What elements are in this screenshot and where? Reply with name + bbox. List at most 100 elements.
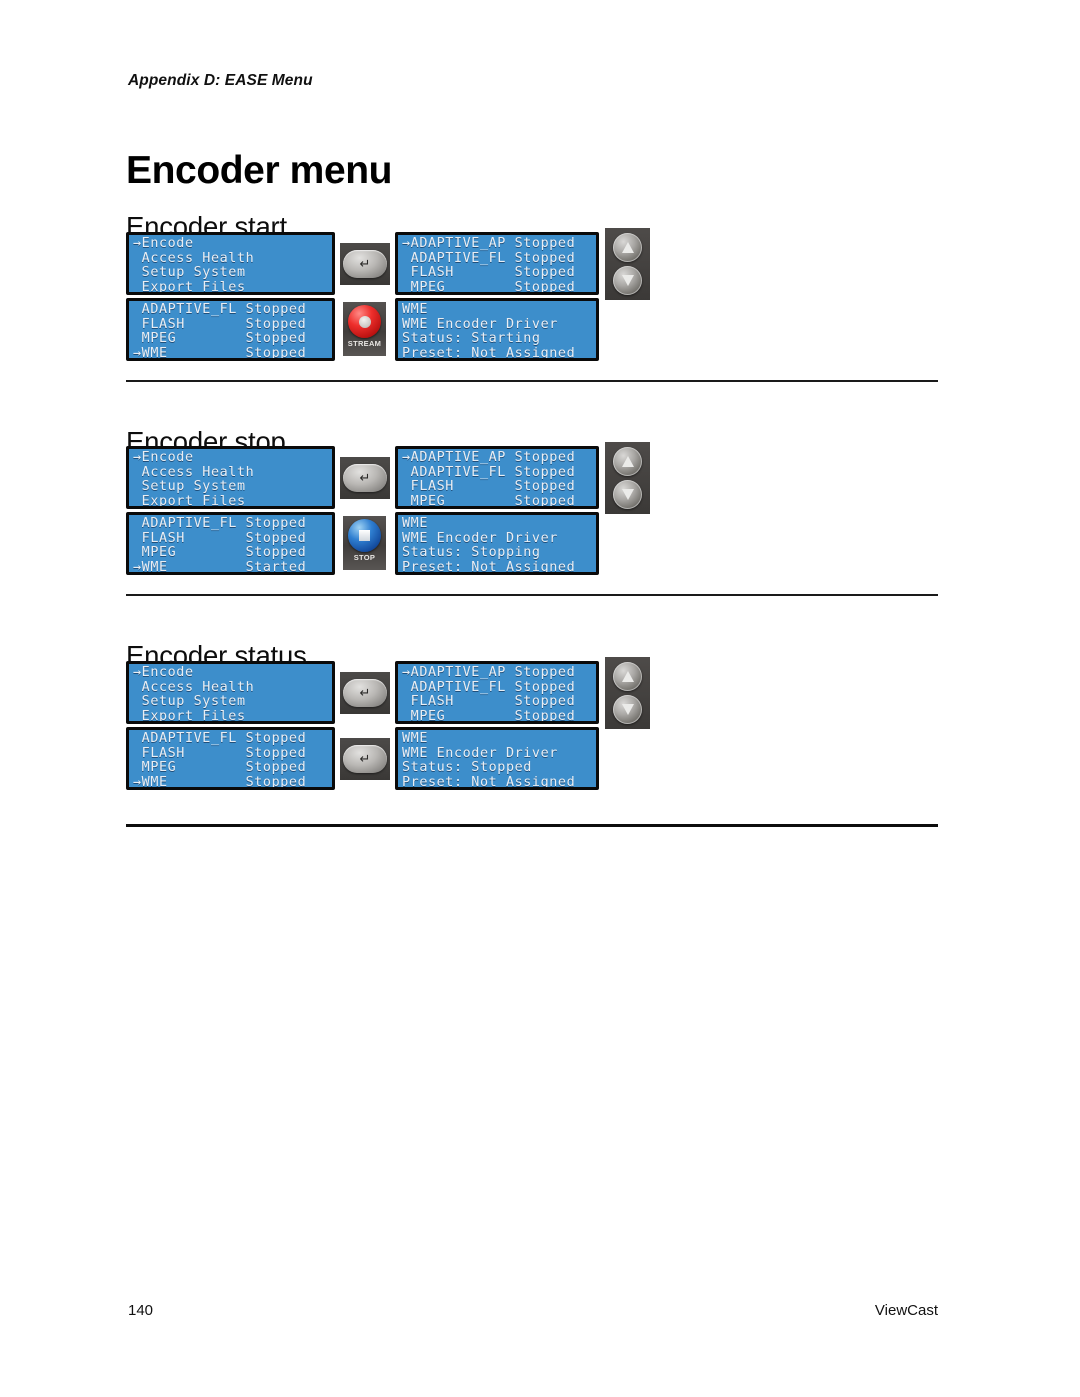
footer-brand: ViewCast (874, 1302, 938, 1319)
footer-page-number: 140 (128, 1302, 154, 1319)
lcd-line: FLASH Stopped (402, 694, 576, 710)
up-triangle-glyph (621, 671, 634, 682)
lcd-line: ADAPTIVE_FL Stopped (133, 516, 307, 531)
lcd-line: WME Encoder Driver (402, 316, 558, 332)
main-menu-panel: →Encode Access Health Setup System Expor… (126, 661, 335, 724)
lcd-line: FLASH Stopped (402, 265, 576, 281)
up-arrow-icon[interactable] (613, 662, 642, 691)
main-menu-panel: →Encode Access Health Setup System Expor… (126, 446, 335, 509)
stream-button-label: STREAM (347, 339, 382, 348)
up-triangle-glyph (621, 242, 634, 253)
lcd-line: →ADAPTIVE_AP Stopped (402, 665, 576, 680)
lcd-line: →Encode (133, 665, 194, 680)
lcd-line: WME Encoder Driver (402, 530, 558, 546)
encoder-list-scrolled-panel: ADAPTIVE_FL Stopped FLASH Stopped MPEG S… (126, 727, 335, 790)
lcd-line: Preset: Not Assigned (402, 774, 576, 790)
lcd-line: WME Encoder Driver (402, 745, 558, 761)
stop-button-label: STOP (353, 553, 376, 562)
wme-status-panel: WME WME Encoder Driver Status: Starting Pre… (395, 298, 599, 361)
document-page: Appendix D: EASE Menu Encoder menu Encod… (0, 0, 1080, 1397)
encoder-list-panel: →ADAPTIVE_AP Stopped ADAPTIVE_FL Stopped… (395, 232, 599, 295)
lcd-line: →WME Stopped (133, 774, 307, 790)
lcd-line: ADAPTIVE_FL Stopped (402, 679, 576, 695)
record-circle-icon (348, 305, 381, 338)
up-down-arrow-buttons[interactable] (605, 228, 650, 300)
lcd-line: Export Files (133, 279, 246, 295)
down-arrow-icon[interactable] (613, 695, 642, 724)
enter-arrow-icon: ↵ (359, 470, 371, 486)
lcd-line: ADAPTIVE_FL Stopped (133, 302, 307, 317)
lcd-line: →WME Started (133, 559, 307, 575)
section-divider (126, 594, 938, 596)
lcd-line: Access Health (133, 250, 255, 266)
record-hole-glyph (358, 315, 371, 328)
lcd-line: Access Health (133, 464, 255, 480)
lcd-line: WME (402, 731, 428, 746)
lcd-line: MPEG Stopped (402, 708, 576, 724)
wme-status-panel: WME WME Encoder Driver Status: Stopping Pre… (395, 512, 599, 575)
lcd-line: Status: Stopping (402, 545, 541, 561)
lcd-line: Export Files (133, 493, 246, 509)
up-down-arrow-buttons[interactable] (605, 442, 650, 514)
enter-button-cap: ↵ (343, 464, 387, 492)
stop-square-icon (348, 519, 381, 552)
enter-arrow-icon: ↵ (359, 751, 371, 767)
running-head: Appendix D: EASE Menu (128, 72, 313, 89)
lcd-line: MPEG Stopped (133, 331, 307, 347)
lcd-line: ADAPTIVE_FL Stopped (402, 464, 576, 480)
lcd-line: ADAPTIVE_FL Stopped (402, 250, 576, 266)
lcd-line: Access Health (133, 679, 255, 695)
lcd-line: →ADAPTIVE_AP Stopped (402, 450, 576, 465)
lcd-line: →WME Stopped (133, 345, 307, 361)
enter-button[interactable]: ↵ (340, 243, 390, 285)
up-triangle-glyph (621, 456, 634, 467)
stream-button[interactable]: STREAM (343, 302, 386, 356)
lcd-line: MPEG Stopped (402, 279, 576, 295)
enter-arrow-icon: ↵ (359, 256, 371, 272)
enter-button-cap: ↵ (343, 745, 387, 773)
encoder-list-scrolled-panel: ADAPTIVE_FL Stopped FLASH Stopped MPEG S… (126, 512, 335, 575)
down-arrow-icon[interactable] (613, 480, 642, 509)
enter-button[interactable]: ↵ (340, 738, 390, 780)
stop-button[interactable]: STOP (343, 516, 386, 570)
enter-button-cap: ↵ (343, 679, 387, 707)
up-arrow-icon[interactable] (613, 233, 642, 262)
down-triangle-glyph (621, 275, 634, 286)
lcd-line: MPEG Stopped (133, 545, 307, 561)
page-title: Encoder menu (126, 149, 393, 193)
stop-square-glyph (359, 530, 370, 541)
enter-button-cap: ↵ (343, 250, 387, 278)
lcd-line: →ADAPTIVE_AP Stopped (402, 236, 576, 251)
enter-button[interactable]: ↵ (340, 457, 390, 499)
lcd-line: Status: Stopped (402, 760, 532, 776)
section-divider (126, 380, 938, 382)
wme-status-panel: WME WME Encoder Driver Status: Stopped Pres… (395, 727, 599, 790)
lcd-line: Status: Starting (402, 331, 541, 347)
lcd-line: Setup System (133, 479, 246, 495)
encoder-list-panel: →ADAPTIVE_AP Stopped ADAPTIVE_FL Stopped… (395, 446, 599, 509)
lcd-line: FLASH Stopped (133, 530, 307, 546)
lcd-line: FLASH Stopped (133, 316, 307, 332)
enter-arrow-icon: ↵ (359, 685, 371, 701)
lcd-line: Preset: Not Assigned (402, 559, 576, 575)
lcd-line: Setup System (133, 694, 246, 710)
up-down-arrow-buttons[interactable] (605, 657, 650, 729)
encoder-list-panel: →ADAPTIVE_AP Stopped ADAPTIVE_FL Stopped… (395, 661, 599, 724)
lcd-line: WME (402, 302, 428, 317)
lcd-line: MPEG Stopped (402, 493, 576, 509)
section-divider (126, 824, 938, 827)
enter-button[interactable]: ↵ (340, 672, 390, 714)
lcd-line: Setup System (133, 265, 246, 281)
lcd-line: MPEG Stopped (133, 760, 307, 776)
lcd-line: Preset: Not Assigned (402, 345, 576, 361)
lcd-line: WME (402, 516, 428, 531)
down-arrow-icon[interactable] (613, 266, 642, 295)
lcd-line: →Encode (133, 236, 194, 251)
down-triangle-glyph (621, 704, 634, 715)
lcd-line: →Encode (133, 450, 194, 465)
lcd-line: Export Files (133, 708, 246, 724)
main-menu-panel: →Encode Access Health Setup System Expor… (126, 232, 335, 295)
down-triangle-glyph (621, 489, 634, 500)
up-arrow-icon[interactable] (613, 447, 642, 476)
lcd-line: FLASH Stopped (402, 479, 576, 495)
